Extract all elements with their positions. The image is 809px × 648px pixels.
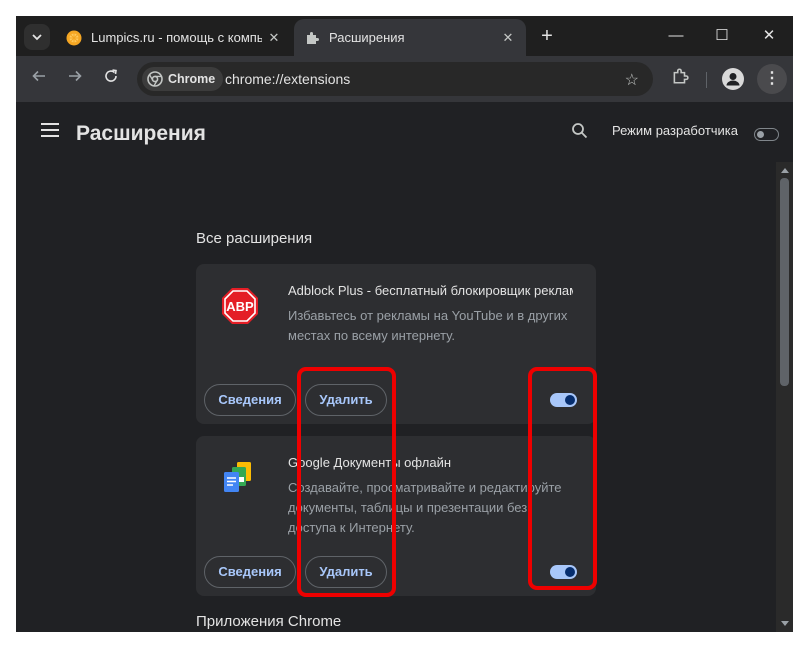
reload-icon[interactable] [100,68,122,90]
scroll-thumb[interactable] [780,178,789,386]
details-button[interactable]: Сведения [204,556,296,588]
new-tab-button[interactable]: + [536,25,558,47]
chrome-logo-icon [147,71,163,87]
browser-window: Lumpics.ru - помощь с компьютером ✕ Расш… [16,16,793,632]
section-title-all-extensions: Все расширения [196,230,313,247]
extension-description: Избавьтесь от рекламы на YouTube и в дру… [288,308,568,343]
hamburger-menu-icon[interactable] [41,123,59,137]
back-arrow-icon[interactable] [28,68,50,90]
scroll-up-arrow-icon[interactable] [781,168,789,173]
chip-label: Chrome [168,72,216,86]
puzzle-icon [307,31,319,44]
developer-mode-toggle[interactable] [754,128,779,141]
extensions-puzzle-icon[interactable] [668,67,692,91]
toggle-knob [757,131,764,138]
address-bar[interactable]: Chrome chrome://extensions ☆ [137,62,653,96]
developer-mode-label: Режим разработчика [612,123,739,138]
tab-lumpics[interactable]: Lumpics.ru - помощь с компьютером ✕ [56,19,292,56]
toolbar-divider [706,72,707,88]
person-icon [726,73,740,86]
details-button[interactable]: Сведения [204,384,296,416]
scrollbar[interactable] [776,162,793,632]
close-window-button[interactable]: ✕ [757,26,781,46]
search-icon[interactable] [571,122,591,142]
kebab-menu-icon[interactable]: ⋮ [757,64,787,94]
forward-arrow-icon[interactable] [64,68,86,90]
profile-avatar[interactable] [722,68,744,90]
google-docs-offline-icon [220,458,260,498]
close-tab-icon[interactable]: ✕ [496,30,520,46]
orange-favicon-icon [66,30,82,45]
chevron-down-icon [32,34,42,41]
tab-title: Lumpics.ru - помощь с компьютером [91,30,262,45]
abp-stop-sign-icon: ABP [220,286,260,326]
maximize-button[interactable]: ☐ [710,26,734,46]
chrome-chip[interactable]: Chrome [142,67,224,91]
remove-buttons-highlight [297,367,396,597]
minimize-button[interactable]: — [664,26,688,46]
browser-toolbar: Chrome chrome://extensions ☆ ⋮ [16,56,793,102]
tab-title: Расширения [329,30,405,45]
tab-strip: Lumpics.ru - помощь с компьютером ✕ Расш… [16,16,793,56]
tab-extensions[interactable]: Расширения ✕ [294,19,526,56]
page-title: Расширения [76,122,206,145]
close-tab-icon[interactable]: ✕ [262,30,286,46]
extension-name: Adblock Plus - бесплатный блокировщик ре… [288,283,573,298]
url-text[interactable]: chrome://extensions [225,71,350,87]
scroll-down-arrow-icon[interactable] [781,621,789,626]
bookmark-star-icon[interactable]: ☆ [625,70,639,90]
tab-search-button[interactable] [24,24,50,50]
abp-icon-text: ABP [226,299,254,314]
section-title-chrome-apps: Приложения Chrome [196,613,342,630]
extensions-page: Расширения Режим разработчика Все расшир… [16,102,793,632]
toggles-highlight [528,367,597,590]
